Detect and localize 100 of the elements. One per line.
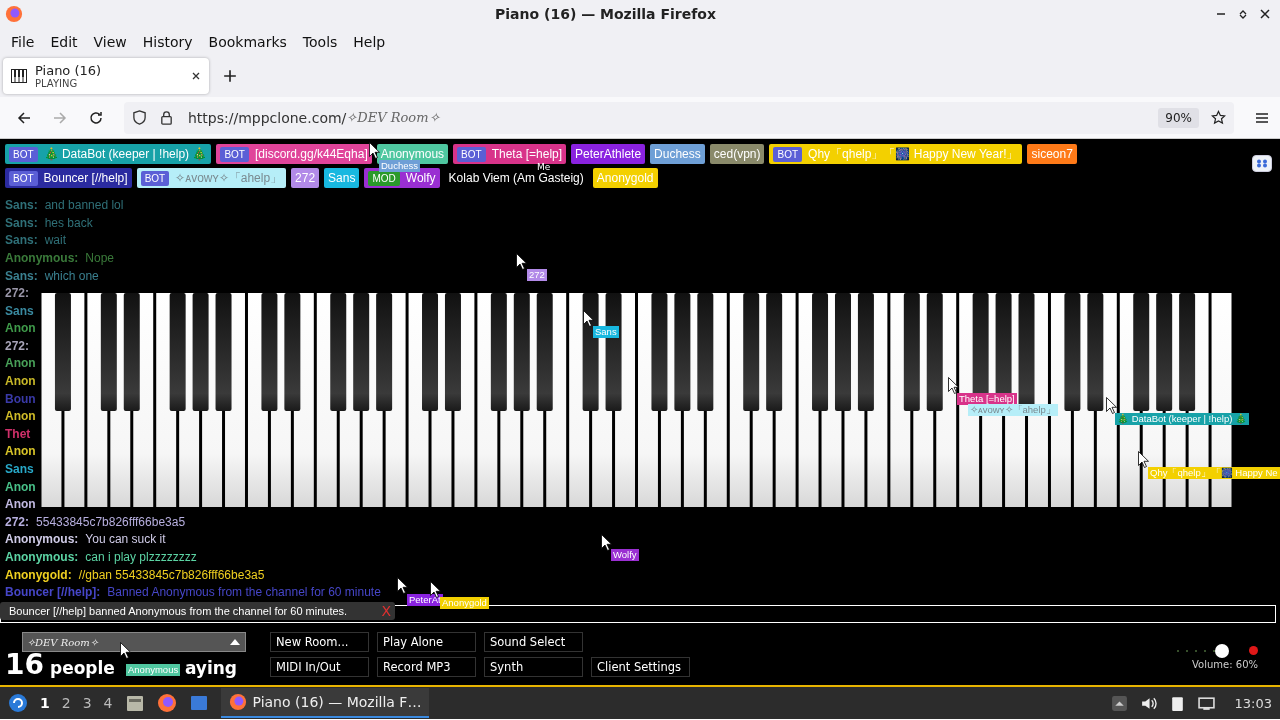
volume-thumb[interactable] <box>1215 644 1229 658</box>
url-text: https://mppclone.com/ <box>188 109 347 126</box>
chat-message: Banned Anonymous from the channel for 60 minute <box>107 585 381 600</box>
workspace-button[interactable]: 1 <box>40 695 50 711</box>
menu-button[interactable]: Record MP3 <box>377 657 476 677</box>
menu-button[interactable]: New Room... <box>270 632 369 652</box>
toggle-button[interactable] <box>1252 155 1272 172</box>
menu-item[interactable]: History <box>134 33 201 50</box>
pointer-icon <box>397 577 408 594</box>
cursor-label: 272 <box>527 269 547 281</box>
chat-message: Nope <box>85 250 115 265</box>
user-tag: BOT <box>220 146 249 162</box>
user-tag: BOT <box>9 146 38 162</box>
network-icon[interactable] <box>1197 694 1215 712</box>
chat-author: Sans: <box>5 268 38 283</box>
menu-button[interactable]: MIDI In/Out <box>270 657 369 677</box>
caret-up-icon[interactable] <box>229 638 241 646</box>
user-name: 🎄 DataBot (keeper | !help) 🎄 <box>43 147 208 161</box>
user-name: [discord.gg/k44Eqha] <box>255 147 368 161</box>
cursor-label: Anonygold <box>440 597 489 609</box>
tab-title: Piano (16) <box>35 63 103 78</box>
user-tag: BOT <box>140 170 170 186</box>
browser-icon <box>228 693 247 711</box>
reload-icon[interactable] <box>88 109 104 126</box>
user-tag: MOD <box>368 170 400 186</box>
shield-icon[interactable] <box>132 110 147 125</box>
start-menu-icon[interactable] <box>8 693 28 713</box>
chat-author: Anonymous: <box>5 250 79 265</box>
user-name: Qhy「qhelp」「🎆 Happy New Year!」 <box>808 145 1019 163</box>
chat-message: wait <box>44 233 67 248</box>
menu-button[interactable]: Synth <box>484 657 583 677</box>
menu-item[interactable]: File <box>3 33 43 50</box>
user-badge[interactable]: BOT [discord.gg/k44Eqha] <box>216 144 372 164</box>
taskbar-button[interactable]: Piano (16) — Mozilla F… <box>220 688 430 718</box>
maximize-icon[interactable] <box>1238 9 1248 19</box>
chat-author: Sans <box>5 462 34 477</box>
chat-author: 272: <box>5 514 30 529</box>
user-badge[interactable]: BOT ✧ᴀᴠᴏᴡʏ✧「ahelp」 <box>136 168 287 188</box>
pointer-icon <box>948 377 959 394</box>
folder-icon[interactable] <box>124 693 145 713</box>
workspace-button[interactable]: 2 <box>61 695 71 711</box>
room-select[interactable]: ✧DEV Room✧ <box>22 632 246 652</box>
chat-author: Thet <box>5 426 31 441</box>
chat-author: Sans: <box>5 215 38 230</box>
player-count: 16 <box>5 650 44 680</box>
pointer-icon <box>516 253 527 270</box>
volume-label: Volume: 60% <box>1192 659 1258 670</box>
menu-item[interactable]: Bookmarks <box>200 33 295 50</box>
chat-author: Anonymous: <box>5 550 79 564</box>
pointer-icon <box>1106 397 1117 414</box>
pointer-icon <box>601 534 612 551</box>
cursor-label: Theta [=help] <box>957 393 1017 405</box>
chat-author: Anonymous: <box>5 532 79 547</box>
chat-message: You can suck it <box>85 532 166 547</box>
close-icon[interactable] <box>191 71 201 81</box>
notification-text: Bouncer [//help] banned Anonymous from the channel for 60 minutes. <box>9 605 348 617</box>
user-badge[interactable]: BOT 🎄 DataBot (keeper | !help) 🎄 <box>5 144 212 164</box>
chat-author: Sans: <box>5 233 38 248</box>
user-badge[interactable]: BOT Qhy「qhelp」「🎆 Happy New Year!」 <box>769 144 1023 164</box>
cursor-label: Anonymous <box>126 664 181 676</box>
user-badge[interactable]: BOT Bouncer [//help] <box>5 168 132 188</box>
chat-author: Anon <box>5 356 36 371</box>
user-badge[interactable]: MOD Wolfy <box>364 168 440 188</box>
chat-author: Anon <box>5 409 36 424</box>
workspace-button[interactable]: 4 <box>103 695 113 711</box>
window-icon[interactable] <box>188 693 209 713</box>
chat-author: Sans <box>5 303 34 318</box>
star-icon[interactable] <box>1211 110 1226 125</box>
window-title: Piano (16) — Mozilla Firefox <box>494 6 717 22</box>
menu-item[interactable]: Help <box>345 33 394 50</box>
menu-button[interactable]: Play Alone <box>377 632 476 652</box>
menu-item[interactable]: Edit <box>42 33 86 50</box>
user-badge[interactable]: BOT Theta [=help] <box>453 144 567 164</box>
menu-item[interactable]: View <box>85 33 135 50</box>
chat-author: Anon <box>5 497 36 512</box>
lock-icon[interactable] <box>159 110 174 125</box>
close-icon[interactable] <box>1260 9 1270 19</box>
chat-message: can i play plzzzzzzzz <box>85 550 197 564</box>
browser-icon[interactable] <box>156 693 177 713</box>
cursor-label: Wolfy <box>611 549 639 561</box>
zoom-level[interactable]: 90% <box>1158 107 1199 128</box>
plus-icon[interactable] <box>223 69 237 83</box>
menu-button[interactable]: Sound Select <box>484 632 583 652</box>
user-name: Wolfy <box>405 171 436 185</box>
piano-keyboard[interactable] <box>40 293 1233 507</box>
piano-icon <box>11 69 27 83</box>
address-bar[interactable]: https://mppclone.com/✧DEV Room✧ 90% <box>124 101 1234 134</box>
player-count-label: people <box>49 658 115 678</box>
cursor-label: Qhy「qhelp」「🎆 Happy Ne <box>1148 467 1280 479</box>
workspace-button[interactable]: 3 <box>82 695 92 711</box>
browser-icon <box>5 5 23 23</box>
chat-message: 55433845c7b826fff66be3a5 <box>36 514 186 529</box>
menu-button[interactable]: Client Settings <box>591 657 690 677</box>
clock: 13:03 <box>1234 695 1272 711</box>
pointer-icon <box>583 310 594 327</box>
browser-tab[interactable]: Piano (16) PLAYING <box>3 58 209 94</box>
back-arrow-icon[interactable] <box>16 109 32 126</box>
menu-item[interactable]: Tools <box>294 33 346 50</box>
cursor-label: ✧ᴀᴠᴏᴡʏ✧「ahelp」 <box>968 404 1058 416</box>
chat-author: Boun <box>5 391 36 406</box>
